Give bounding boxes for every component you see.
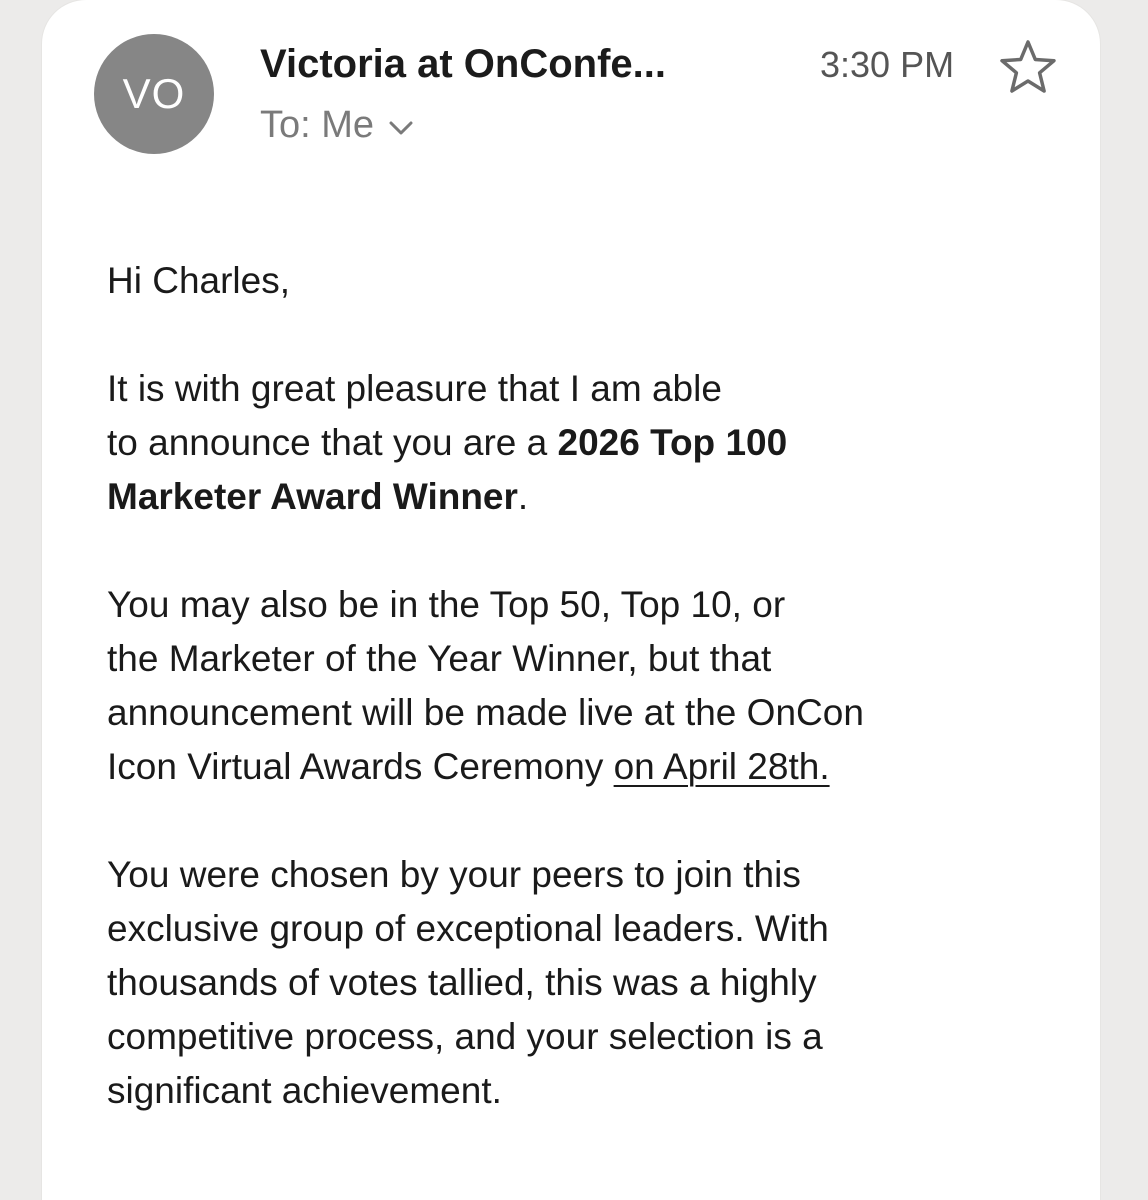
selection-line-3: thousands of votes tallied, this was a h… <box>107 962 817 1003</box>
ceremony-date-link[interactable]: on April 28th. <box>614 746 830 787</box>
ceremony-line-4-text: Icon Virtual Awards Ceremony <box>107 746 614 787</box>
award-line-3-period: . <box>517 476 529 517</box>
award-line-2: to announce that you are a 2026 Top 100 <box>107 416 1007 470</box>
timestamp: 3:30 PM <box>820 44 955 85</box>
selection-line-1: You were chosen by your peers to join th… <box>107 854 801 895</box>
award-title-part-1: 2026 Top 100 <box>557 422 788 463</box>
chevron-down-icon <box>389 121 413 134</box>
award-line-3: Marketer Award Winner. <box>107 470 1007 524</box>
ceremony-paragraph: You may also be in the Top 50, Top 10, o… <box>107 578 1007 794</box>
award-line-1: It is with great pleasure that I am able <box>107 368 722 409</box>
award-line-2-text: to announce that you are a <box>107 422 558 463</box>
ceremony-line-2: the Marketer of the Year Winner, but tha… <box>107 638 772 679</box>
recipient-label: To: Me <box>260 104 375 146</box>
avatar-initials: VO <box>122 70 186 117</box>
selection-line-4: competitive process, and your selection … <box>107 1016 823 1057</box>
selection-line-5: significant achievement. <box>107 1070 502 1111</box>
ceremony-line-4: Icon Virtual Awards Ceremony on April 28… <box>107 740 1007 794</box>
ceremony-line-1: You may also be in the Top 50, Top 10, o… <box>107 584 786 625</box>
avatar[interactable]: VO <box>94 34 214 154</box>
award-title-part-2: Marketer Award Winner <box>107 476 518 517</box>
recipient-toggle[interactable]: To: Me <box>260 104 414 147</box>
star-icon[interactable] <box>998 38 1058 96</box>
greeting: Hi Charles, <box>107 260 290 301</box>
sender-name[interactable]: Victoria at OnConfe... <box>260 42 666 87</box>
award-paragraph: It is with great pleasure that I am able… <box>107 362 1007 524</box>
greeting-paragraph: Hi Charles, <box>107 254 1007 308</box>
email-body: Hi Charles, It is with great pleasure th… <box>107 254 1007 1172</box>
selection-paragraph: You were chosen by your peers to join th… <box>107 848 1007 1118</box>
ceremony-line-3: announcement will be made live at the On… <box>107 692 864 733</box>
selection-line-2: exclusive group of exceptional leaders. … <box>107 908 829 949</box>
